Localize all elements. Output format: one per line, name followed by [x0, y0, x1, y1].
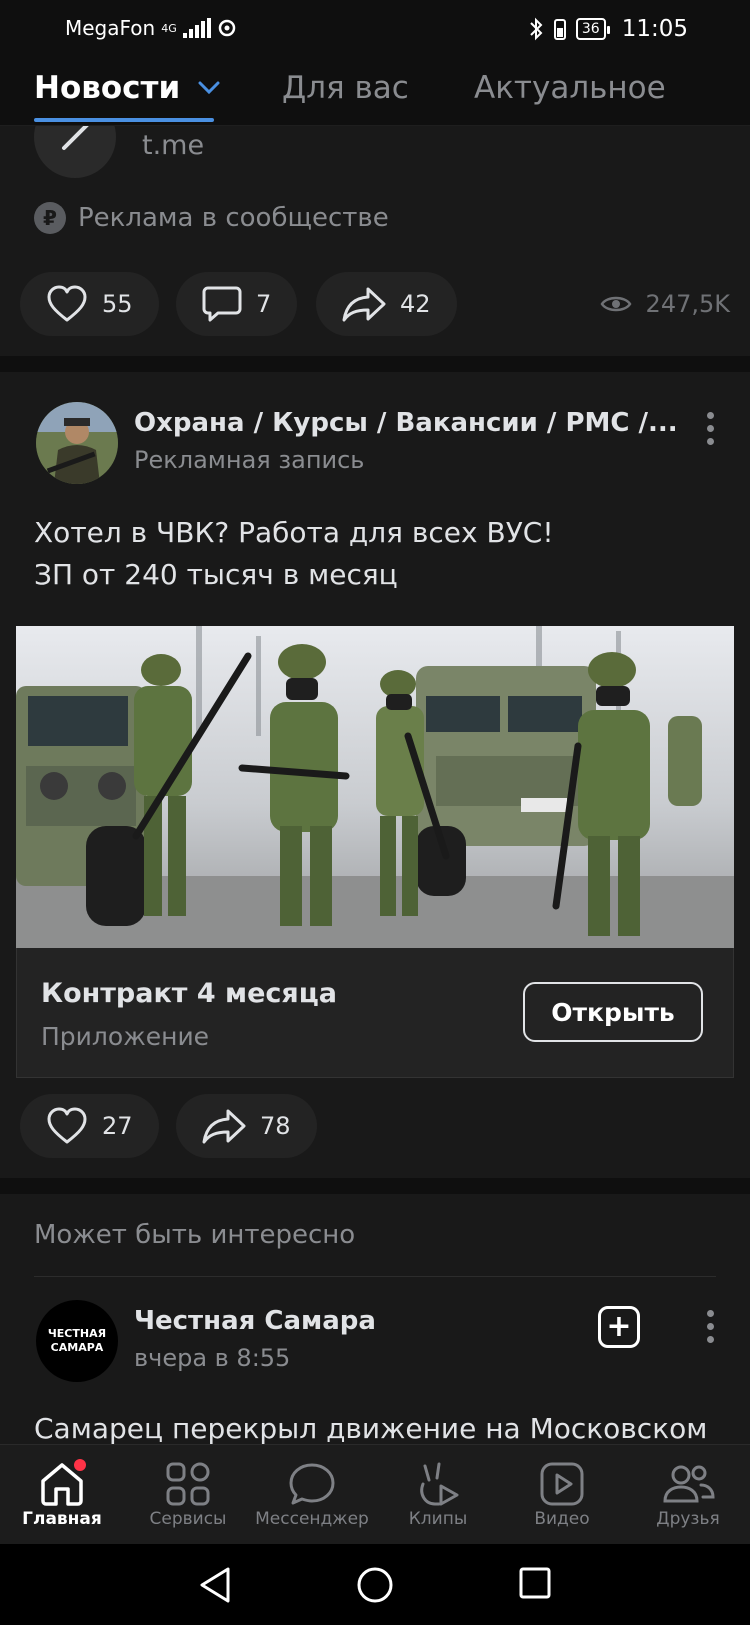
more-options-icon[interactable] [706, 412, 714, 445]
nav-friends[interactable]: Друзья [628, 1459, 748, 1529]
views-count: 247,5K [645, 290, 730, 318]
phone-battery-icon [553, 19, 566, 40]
system-navigation-bar [0, 1544, 750, 1625]
eye-icon [600, 296, 632, 312]
nav-label: Клипы [408, 1509, 468, 1529]
like-button[interactable]: 27 [20, 1094, 159, 1158]
share-button[interactable]: 78 [176, 1094, 317, 1158]
video-icon [540, 1462, 584, 1506]
nav-label: Сервисы [149, 1509, 227, 1529]
clock: 11:05 [621, 16, 688, 42]
sponsored-post-card: Охрана / Курсы / Вакансии / РМС /... Рек… [0, 372, 750, 1178]
comment-icon [202, 286, 242, 322]
notification-dot [74, 1459, 86, 1471]
link-domain[interactable]: t.me [142, 130, 204, 161]
bottom-navigation: Главная Сервисы Мессенджер Клипы Видео Д… [0, 1444, 750, 1544]
bluetooth-icon [530, 17, 543, 41]
post-text: Хотел в ЧВК? Работа для всех ВУС! ЗП от … [34, 512, 554, 596]
author-name[interactable]: Охрана / Курсы / Вакансии / РМС /... [134, 408, 678, 438]
tab-for-you[interactable]: Для вас [282, 70, 409, 106]
ruble-icon: ₽ [34, 202, 66, 234]
like-count: 55 [102, 290, 133, 318]
heart-icon [47, 285, 87, 322]
clips-icon [420, 1462, 459, 1506]
messenger-icon [289, 1463, 335, 1505]
status-left: MegaFon 4G [65, 16, 237, 40]
recommendations-header: Может быть интересно [34, 1220, 356, 1250]
post-text: Самарец перекрыл движение на Московском [34, 1412, 708, 1445]
sync-icon [218, 19, 235, 37]
tab-actual[interactable]: Актуальное [474, 70, 666, 106]
ad-label: Реклама в сообществе [78, 203, 389, 233]
post-card: t.me ₽ Реклама в сообществе 55 7 42 247,… [0, 96, 750, 356]
post-text-line: Хотел в ЧВК? Работа для всех ВУС! [34, 516, 554, 549]
nav-label: Главная [22, 1509, 102, 1529]
community-name[interactable]: Честная Самара [134, 1306, 376, 1336]
subscribe-plus-icon[interactable]: + [598, 1306, 640, 1348]
app-card-title: Контракт 4 месяца [41, 978, 337, 1009]
divider [34, 1276, 716, 1277]
avatar-text: САМАРА [50, 1341, 104, 1354]
post-text-line: ЗП от 240 тысяч в месяц [34, 558, 398, 591]
like-button[interactable]: 55 [20, 272, 159, 336]
status-right: 36 11:05 [528, 16, 688, 42]
chevron-down-icon [198, 81, 220, 95]
network-type: 4G [161, 21, 177, 35]
carrier-name: MegaFon [65, 16, 156, 40]
nav-label: Видео [534, 1509, 590, 1529]
friends-icon [663, 1465, 715, 1503]
status-bar: MegaFon 4G 36 11:05 [0, 0, 750, 60]
nav-messenger[interactable]: Мессенджер [252, 1459, 372, 1529]
views-counter: 247,5K [600, 290, 730, 318]
comment-button[interactable]: 7 [176, 272, 298, 336]
more-options-icon[interactable] [706, 1310, 714, 1343]
comment-count: 7 [256, 290, 272, 318]
services-icon [166, 1462, 210, 1506]
share-icon [342, 287, 386, 322]
recommendations-block: Может быть интересно ЧЕСТНАЯ САМАРА Чест… [0, 1194, 750, 1445]
recents-icon[interactable] [518, 1566, 552, 1600]
share-count: 42 [400, 290, 431, 318]
app-card-subtitle: Приложение [41, 1022, 210, 1051]
share-icon [202, 1109, 246, 1144]
nav-label: Мессенджер [255, 1509, 369, 1529]
post-type-label: Рекламная запись [134, 446, 365, 474]
nav-video[interactable]: Видео [502, 1459, 622, 1529]
community-avatar[interactable]: ЧЕСТНАЯ САМАРА [36, 1300, 118, 1382]
active-tab-indicator [34, 118, 214, 122]
nav-clips[interactable]: Клипы [378, 1459, 498, 1529]
tab-news[interactable]: Новости [34, 70, 220, 106]
share-button[interactable]: 42 [316, 272, 457, 336]
like-count: 27 [102, 1112, 133, 1140]
open-button[interactable]: Открыть [523, 982, 703, 1042]
back-icon[interactable] [198, 1566, 234, 1604]
nav-home[interactable]: Главная [2, 1459, 122, 1529]
post-time: вчера в 8:55 [134, 1344, 291, 1372]
battery-indicator: 36 [575, 18, 610, 40]
tab-news-label: Новости [34, 70, 181, 106]
share-count: 78 [260, 1112, 291, 1140]
feed-tabs: Новости Для вас Актуальное [0, 60, 750, 126]
ad-label-row: ₽ Реклама в сообществе [34, 202, 389, 234]
signal-icon [182, 18, 211, 38]
home-system-icon[interactable] [356, 1566, 394, 1604]
app-card-footer[interactable]: Контракт 4 месяца Приложение Открыть [16, 948, 734, 1078]
post-image[interactable] [16, 626, 734, 948]
heart-icon [47, 1107, 87, 1144]
avatar-text: ЧЕСТНАЯ [47, 1327, 107, 1340]
nav-services[interactable]: Сервисы [128, 1459, 248, 1529]
nav-label: Друзья [656, 1509, 720, 1529]
author-avatar[interactable] [36, 402, 118, 484]
